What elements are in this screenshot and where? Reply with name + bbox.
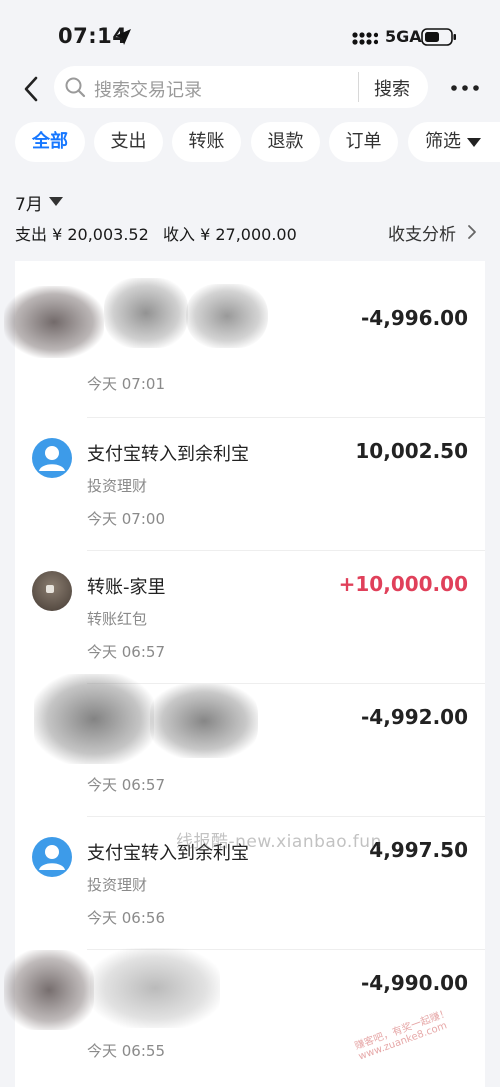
- search-input[interactable]: 搜索交易记录 搜索: [54, 66, 428, 108]
- transaction-time: 今天 06:56: [87, 909, 165, 927]
- search-placeholder: 搜索交易记录: [94, 80, 202, 101]
- filter-tabs: 全部 支出 转账 退款 订单 筛选: [0, 122, 500, 162]
- transaction-amount: -4,996.00: [361, 306, 468, 330]
- transaction-time: 今天 06:57: [87, 643, 165, 661]
- redaction-scribble: [34, 674, 154, 764]
- redaction-scribble: [186, 284, 268, 348]
- transaction-row[interactable]: 支付宝转入到余利宝 投资理财 今天 07:00 10,002.50: [15, 418, 485, 551]
- transaction-title: 支付宝转入到余利宝: [87, 444, 249, 465]
- redaction-scribble: [150, 684, 258, 758]
- transaction-amount: +10,000.00: [338, 572, 468, 596]
- redaction-scribble: [90, 948, 220, 1028]
- redaction-scribble: [4, 950, 94, 1030]
- network-type: 5GA: [385, 27, 422, 46]
- transaction-time: 今天 07:00: [87, 510, 165, 528]
- transaction-amount: 4,997.50: [369, 838, 468, 862]
- contact-avatar: [32, 571, 72, 611]
- watermark-text: 线报酷-new.xianbao.fun: [176, 832, 382, 852]
- redaction-scribble: [104, 278, 188, 348]
- transaction-row[interactable]: 转账-家里 转账红包 今天 06:57 +10,000.00: [15, 551, 485, 684]
- back-icon[interactable]: [18, 74, 46, 104]
- expense-total: 支出 ¥ 20,003.52: [15, 225, 149, 244]
- tab-filter[interactable]: 筛选: [408, 122, 500, 162]
- signal-icon: [352, 32, 378, 45]
- transaction-time: 今天 06:55: [87, 1042, 165, 1060]
- person-avatar-icon: [32, 837, 72, 877]
- transaction-amount: -4,992.00: [361, 705, 468, 729]
- transaction-time: 今天 07:01: [87, 375, 165, 393]
- tab-refund[interactable]: 退款: [251, 122, 320, 162]
- tab-filter-label: 筛选: [425, 131, 461, 152]
- tab-all[interactable]: 全部: [15, 122, 85, 162]
- transaction-category: 投资理财: [87, 477, 148, 495]
- person-avatar-icon: [32, 438, 72, 478]
- tab-order[interactable]: 订单: [329, 122, 398, 162]
- location-arrow-icon: [115, 29, 131, 45]
- transaction-time: 今天 06:57: [87, 776, 165, 794]
- caret-down-icon[interactable]: [49, 197, 63, 206]
- analysis-link[interactable]: 收支分析: [388, 220, 456, 245]
- status-bar: 07:14 5GA: [0, 0, 500, 70]
- search-button[interactable]: 搜索: [374, 75, 410, 101]
- transaction-category: 投资理财: [87, 876, 148, 894]
- redaction-scribble: [4, 286, 104, 358]
- battery-icon: [421, 28, 456, 46]
- more-icon[interactable]: [448, 78, 482, 98]
- search-icon: [65, 77, 86, 98]
- transaction-category: 转账红包: [87, 610, 148, 628]
- income-total: 收入 ¥ 27,000.00: [163, 225, 297, 244]
- chevron-right-icon[interactable]: [466, 224, 478, 240]
- transaction-title: 转账-家里: [87, 577, 166, 598]
- tab-transfer[interactable]: 转账: [172, 122, 241, 162]
- month-selector[interactable]: 7月: [15, 190, 43, 215]
- caret-down-icon: [467, 137, 481, 147]
- transaction-amount: -4,990.00: [361, 971, 468, 995]
- tab-expense[interactable]: 支出: [94, 122, 163, 162]
- search-divider: [358, 72, 359, 102]
- transaction-amount: 10,002.50: [355, 439, 468, 463]
